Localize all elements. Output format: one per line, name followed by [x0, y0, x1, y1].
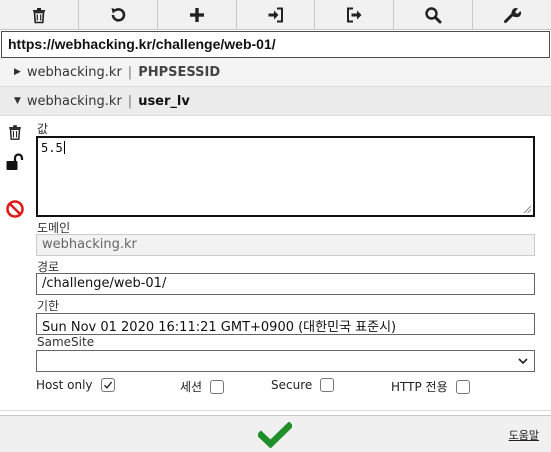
- url-bar[interactable]: https://webhacking.kr/challenge/web-01/: [1, 31, 550, 58]
- cookie-name: PHPSESSID: [138, 64, 221, 80]
- value-text: 5.5: [41, 141, 63, 155]
- session-option[interactable]: 세션: [180, 378, 225, 395]
- cookie-domain: webhacking.kr: [26, 64, 122, 80]
- domain-field[interactable]: webhacking.kr: [36, 234, 535, 256]
- http-only-checkbox[interactable]: [455, 379, 470, 394]
- session-label: 세션: [180, 380, 203, 394]
- value-textarea[interactable]: 5.5: [36, 136, 535, 217]
- add-icon: [189, 8, 204, 22]
- trash-icon: [9, 125, 21, 140]
- cookie-domain: webhacking.kr: [26, 93, 122, 109]
- unlock-icon: [6, 153, 24, 170]
- checkmark-icon: [103, 381, 112, 389]
- save-button[interactable]: [256, 421, 294, 449]
- value-label: 값: [37, 122, 49, 136]
- export-button[interactable]: [315, 0, 395, 30]
- session-checkbox[interactable]: [210, 379, 225, 394]
- host-only-label: Host only: [36, 378, 93, 392]
- reset-icon: [111, 8, 126, 22]
- settings-button[interactable]: [473, 0, 551, 30]
- delete-all-button[interactable]: [0, 0, 79, 30]
- expires-field[interactable]: Sun Nov 01 2020 16:11:21 GMT+0900 (대한민국 …: [36, 313, 535, 335]
- expires-label: 기한: [37, 299, 60, 313]
- reset-button[interactable]: [79, 0, 158, 30]
- search-button[interactable]: [394, 0, 474, 30]
- toolbar: [0, 0, 551, 30]
- import-button[interactable]: [237, 0, 316, 30]
- wrench-icon: [504, 7, 522, 23]
- resize-grip-icon[interactable]: [523, 205, 531, 213]
- block-cookie-button[interactable]: [5, 199, 25, 219]
- import-icon: [268, 7, 283, 23]
- secure-checkbox[interactable]: [320, 378, 335, 392]
- protect-cookie-button[interactable]: [5, 152, 25, 172]
- block-icon: [6, 200, 24, 218]
- checkmark-icon: [256, 421, 294, 449]
- cookie-separator: |: [127, 93, 133, 109]
- secure-label: Secure: [271, 378, 313, 392]
- search-icon: [425, 7, 442, 24]
- delete-cookie-button[interactable]: [5, 122, 25, 142]
- add-cookie-button[interactable]: [158, 0, 237, 30]
- host-only-option[interactable]: Host only: [36, 378, 115, 392]
- cookie-name: user_lv: [138, 93, 190, 109]
- chevron-down-icon: [518, 358, 528, 365]
- cookie-separator: |: [127, 64, 133, 80]
- text-caret: [63, 141, 65, 154]
- trash-icon: [32, 8, 45, 24]
- cookie-row-user-lv[interactable]: ▼ webhacking.kr | user_lv: [0, 87, 551, 116]
- cookie-row-phpsessid[interactable]: ▶ webhacking.kr | PHPSESSID: [0, 58, 551, 87]
- cookie-options: Host only 세션 Secure HTTP 전용: [36, 378, 541, 398]
- http-only-label: HTTP 전용: [391, 380, 448, 394]
- samesite-select[interactable]: [36, 350, 535, 372]
- host-only-checkbox[interactable]: [100, 378, 115, 392]
- path-field[interactable]: /challenge/web-01/: [36, 273, 535, 295]
- expand-triangle-icon: ▶: [14, 67, 21, 77]
- samesite-label: SameSite: [37, 335, 95, 349]
- http-only-option[interactable]: HTTP 전용: [391, 378, 470, 395]
- footer: 도움말: [0, 415, 551, 452]
- collapse-triangle-icon: ▼: [14, 96, 21, 106]
- help-link[interactable]: 도움말: [509, 427, 539, 443]
- export-icon: [347, 7, 362, 23]
- secure-option[interactable]: Secure: [271, 378, 335, 392]
